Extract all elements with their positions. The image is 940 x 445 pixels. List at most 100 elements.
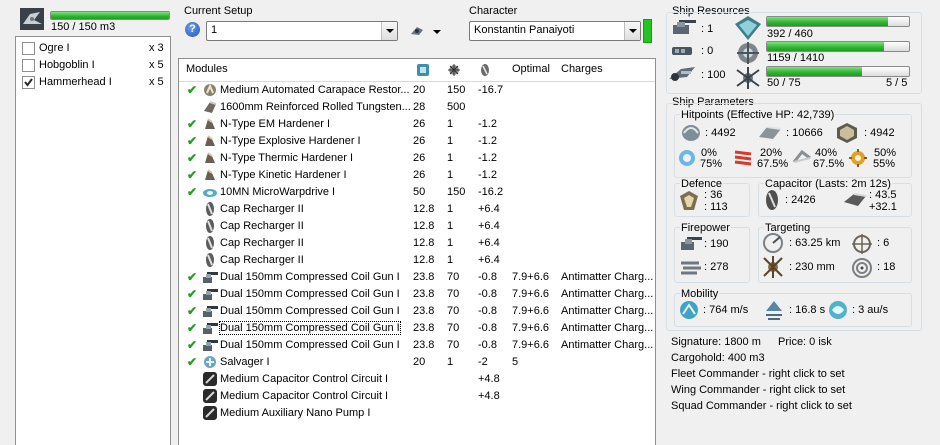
header-capacitor-icon[interactable] <box>478 63 492 80</box>
setup-select[interactable]: 1 <box>206 21 398 41</box>
module-row[interactable]: ✔ 10MN MicroWarpdrive I 50 150 -16.2 <box>179 184 655 201</box>
drone-row[interactable]: Hobgoblin I x 5 <box>16 57 170 74</box>
online-check-icon[interactable]: ✔ <box>187 270 197 284</box>
header-optimal[interactable]: Optimal <box>512 63 550 75</box>
firepower-bottom: : 278 <box>704 261 729 273</box>
online-check-icon[interactable]: ✔ <box>187 304 197 318</box>
module-cpu: 26 <box>413 135 426 147</box>
drone-checkbox[interactable] <box>22 59 35 72</box>
modules-header: Modules Optimal Charges <box>179 59 655 82</box>
module-row[interactable]: ✔ N-Type Kinetic Hardener I 26 1 -1.2 <box>179 167 655 184</box>
drone-row[interactable]: Ogre I x 3 <box>16 40 170 57</box>
header-cpu-icon[interactable] <box>416 63 430 80</box>
online-check-icon[interactable]: ✔ <box>187 168 197 182</box>
drone-checkbox[interactable] <box>22 42 35 55</box>
module-capacitor: +6.4 <box>478 220 500 232</box>
character-select[interactable]: Konstantin Panaiyoti <box>469 21 641 41</box>
help-icon[interactable]: ? <box>185 22 200 37</box>
chevron-down-icon[interactable] <box>381 22 397 40</box>
module-powergrid: 1 <box>447 152 454 164</box>
online-check-icon[interactable]: ✔ <box>187 134 197 148</box>
online-check-icon[interactable]: ✔ <box>187 321 197 335</box>
max-targets-icon <box>851 233 873 255</box>
module-capacitor: -1.2 <box>478 118 497 130</box>
calibration-icon <box>667 63 699 85</box>
module-cpu: 23.8 <box>413 322 435 334</box>
module-row[interactable]: ✔ Dual 150mm Compressed Coil Gun I 23.8 70 -… <box>179 303 655 320</box>
module-row[interactable]: ✔ Dual 150mm Compressed Coil Gun I 23.8 70 -… <box>179 320 655 337</box>
fleet-commander[interactable]: Fleet Commander - right click to set <box>671 368 845 380</box>
module-row[interactable]: Medium Capacitor Control Circuit I +4.8 <box>179 388 655 405</box>
module-cpu: 20 <box>413 84 426 96</box>
module-row[interactable]: Cap Recharger II 12.8 1 +6.4 <box>179 218 655 235</box>
module-powergrid: 1 <box>447 220 454 232</box>
modules-table[interactable]: Modules Optimal Charges ✔ Medium Automate… <box>178 58 656 445</box>
module-name: Dual 150mm Compressed Coil Gun I <box>220 339 400 351</box>
targeting-range-icon <box>762 232 784 254</box>
firepower-top: : 190 <box>704 238 729 250</box>
header-powergrid-icon[interactable] <box>447 63 461 80</box>
module-row[interactable]: Medium Capacitor Control Circuit I +4.8 <box>179 371 655 388</box>
module-name: Salvager I <box>220 356 270 368</box>
online-check-icon[interactable]: ✔ <box>187 151 197 165</box>
module-row[interactable]: ✔ N-Type Thermic Hardener I 26 1 -1.2 <box>179 150 655 167</box>
module-row[interactable]: ✔ N-Type EM Hardener I 26 1 -1.2 <box>179 116 655 133</box>
drone-checkbox[interactable] <box>22 76 35 89</box>
online-check-icon[interactable]: ✔ <box>187 185 197 199</box>
ship-capacity-text: 150 / 150 m3 <box>51 21 116 33</box>
module-row[interactable]: Medium Auxiliary Nano Pump I <box>179 405 655 422</box>
wing-commander[interactable]: Wing Commander - right click to set <box>671 384 845 396</box>
header-charges[interactable]: Charges <box>561 63 603 75</box>
module-capacitor: -0.8 <box>478 322 497 334</box>
online-check-icon[interactable]: ✔ <box>187 355 197 369</box>
module-name: Dual 150mm Compressed Coil Gun I <box>219 321 401 335</box>
chevron-down-icon[interactable] <box>624 22 640 40</box>
module-row[interactable]: Cap Recharger II 12.8 1 +6.4 <box>179 201 655 218</box>
module-name: Cap Recharger II <box>220 203 304 215</box>
module-cpu: 23.8 <box>413 305 435 317</box>
module-row[interactable]: ✔ Dual 150mm Compressed Coil Gun I 23.8 70 -… <box>179 286 655 303</box>
cpu-bar-fill <box>767 17 888 26</box>
online-check-icon[interactable]: ✔ <box>187 287 197 301</box>
module-optimal: 7.9+6.6 <box>512 271 550 283</box>
module-charges: Antimatter Charg... <box>561 288 654 300</box>
setup-value: 1 <box>211 24 218 36</box>
module-row[interactable]: Cap Recharger II 12.8 1 +6.4 <box>179 252 655 269</box>
powergrid-bar-fill <box>767 42 884 51</box>
module-cpu: 23.8 <box>413 339 435 351</box>
cpu-icon <box>734 15 762 41</box>
drone-row[interactable]: Hammerhead I x 5 <box>16 74 170 91</box>
align-time: : 16.8 s <box>789 304 826 316</box>
online-check-icon[interactable]: ✔ <box>187 338 197 352</box>
module-powergrid: 70 <box>447 305 460 317</box>
em-resist-icon <box>677 148 697 168</box>
module-row[interactable]: Cap Recharger II 12.8 1 +6.4 <box>179 235 655 252</box>
module-capacitor: -1.2 <box>478 152 497 164</box>
capacitor-icon <box>764 189 780 211</box>
checkmark-icon <box>24 78 33 87</box>
module-row[interactable]: ✔ Medium Automated Carapace Restor... 20 15… <box>179 82 655 99</box>
max-targets: : 6 <box>877 237 890 249</box>
module-cpu: 12.8 <box>413 220 435 232</box>
drone-menu-button[interactable] <box>408 22 442 40</box>
squad-commander[interactable]: Squad Commander - right click to set <box>671 400 852 412</box>
module-name: Cap Recharger II <box>220 220 304 232</box>
defence-top: : 36 <box>704 189 723 201</box>
module-row[interactable]: ✔ Dual 150mm Compressed Coil Gun I 23.8 70 -… <box>179 269 655 286</box>
module-cpu: 23.8 <box>413 288 435 300</box>
module-row[interactable]: ✔ N-Type Explosive Hardener I 26 1 -1.2 <box>179 133 655 150</box>
drone-bay-text: 50 / 75 <box>767 77 801 89</box>
drone-list[interactable]: Ogre I x 3 Hobgoblin I x 5 Hammerhead I x 5 <box>15 36 171 445</box>
module-row[interactable]: ✔ Dual 150mm Compressed Coil Gun I 23.8 70 -… <box>179 337 655 354</box>
module-capacitor: -0.8 <box>478 288 497 300</box>
thermal-resist-icon <box>733 148 753 168</box>
explosive-resist-bottom: 55% <box>873 158 896 170</box>
drone-qty: x 5 <box>149 59 164 71</box>
module-row[interactable]: ✔ Salvager I 20 1 -2 5 <box>179 354 655 371</box>
online-check-icon[interactable]: ✔ <box>187 117 197 131</box>
online-check-icon[interactable]: ✔ <box>187 83 197 97</box>
module-powergrid: 1 <box>447 118 454 130</box>
header-modules[interactable]: Modules <box>186 63 228 75</box>
module-row[interactable]: 1600mm Reinforced Rolled Tungsten... 28 50… <box>179 99 655 116</box>
module-powergrid: 150 <box>447 186 466 198</box>
